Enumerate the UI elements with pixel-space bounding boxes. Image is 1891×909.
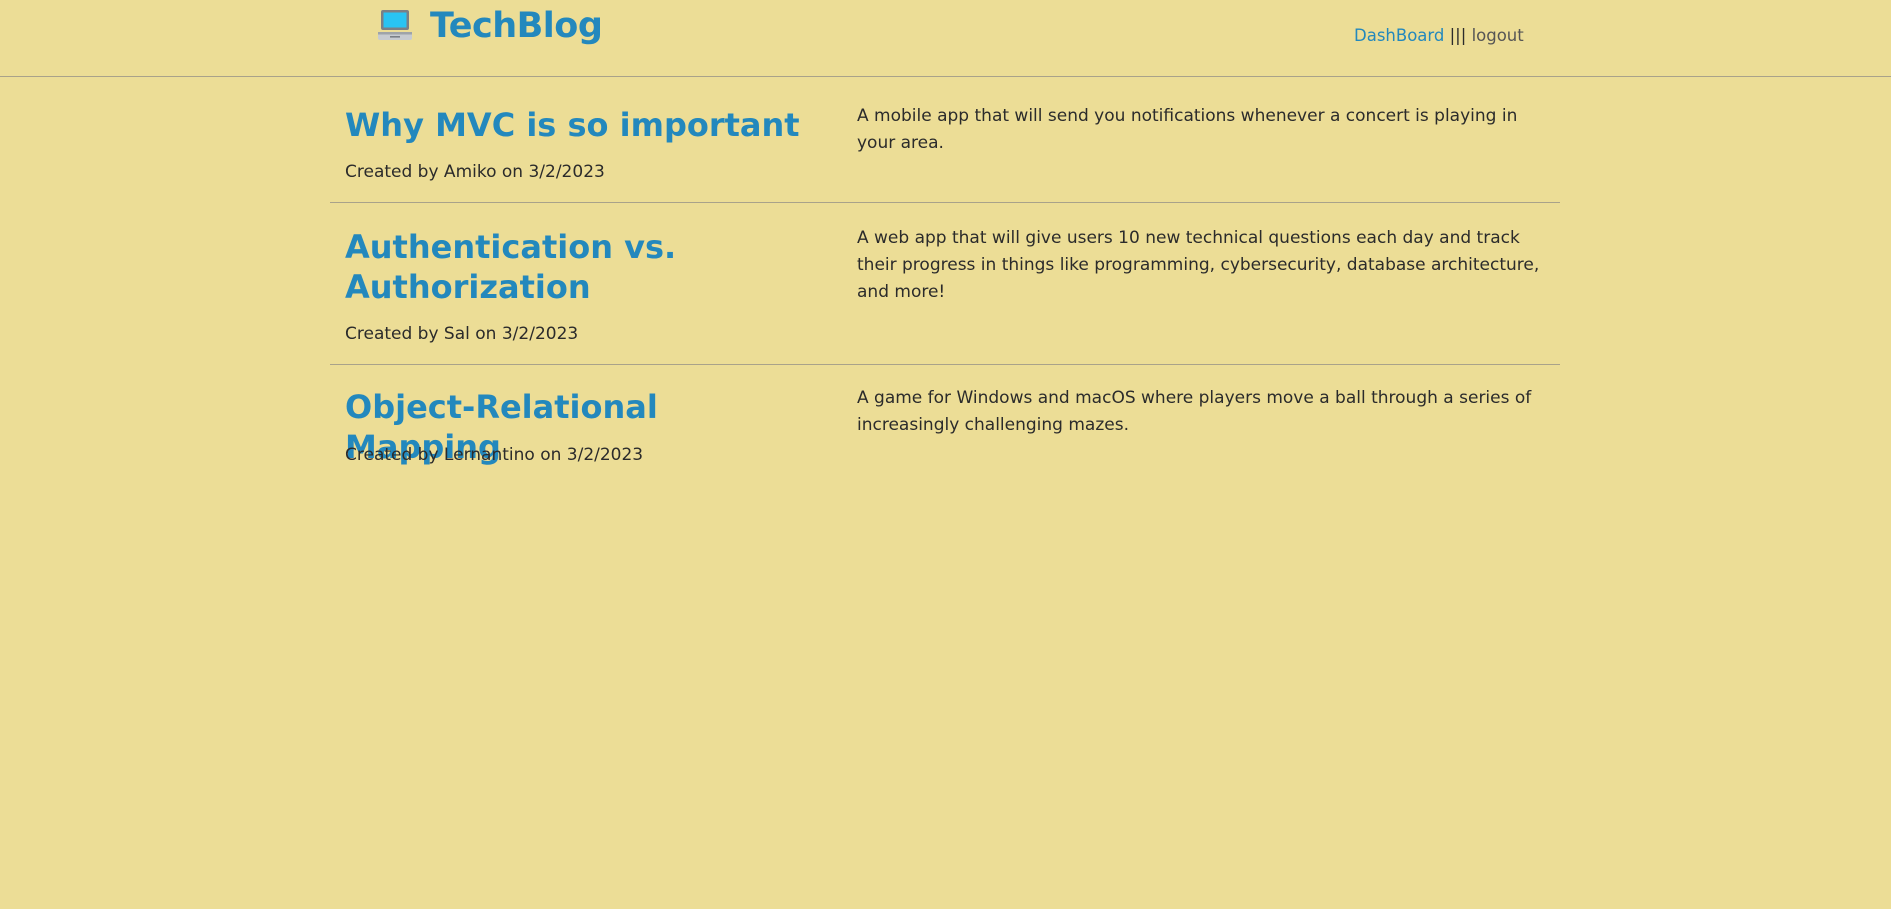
post-title-link[interactable]: Why MVC is so important xyxy=(345,105,815,145)
post-card: Authentication vs. Authorization Created… xyxy=(330,203,1560,365)
post-card: Object-Relational Mapping Created by Ler… xyxy=(330,365,1560,485)
post-description: A web app that will give users 10 new te… xyxy=(857,228,1540,302)
laptop-icon xyxy=(376,7,414,45)
post-description: A mobile app that will send you notifica… xyxy=(857,106,1518,153)
site-header: TechBlog DashBoard ||| logout xyxy=(0,0,1891,77)
post-card: Why MVC is so important Created by Amiko… xyxy=(330,77,1560,203)
post-meta: Created by Sal on 3/2/2023 xyxy=(345,324,579,344)
home-link[interactable]: TechBlog xyxy=(376,6,603,46)
site-title: TechBlog xyxy=(430,6,603,46)
logout-link[interactable]: logout xyxy=(1472,26,1524,45)
dashboard-link[interactable]: DashBoard xyxy=(1354,26,1444,45)
post-title-link[interactable]: Authentication vs. Authorization xyxy=(345,227,815,307)
post-description: A game for Windows and macOS where playe… xyxy=(857,388,1532,435)
post-meta: Created by Lernantino on 3/2/2023 xyxy=(345,445,644,465)
nav-separator: ||| xyxy=(1449,26,1467,45)
top-nav: DashBoard ||| logout xyxy=(1354,26,1524,45)
post-meta: Created by Amiko on 3/2/2023 xyxy=(345,162,605,182)
